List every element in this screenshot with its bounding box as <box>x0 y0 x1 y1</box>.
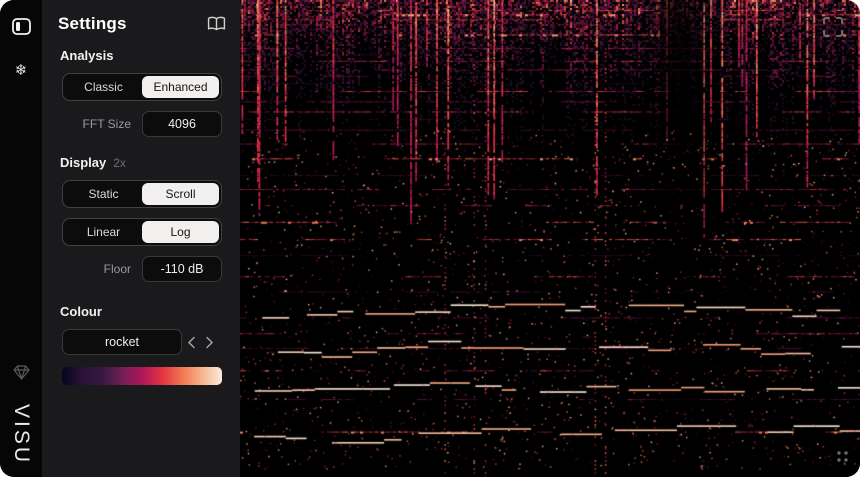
left-rail: ❄ VISU <box>0 0 42 477</box>
book-icon[interactable] <box>207 16 226 32</box>
fft-size-value[interactable]: 4096 <box>142 111 222 137</box>
fullscreen-icon[interactable] <box>822 16 844 43</box>
brand-logo: VISU <box>9 404 33 465</box>
palette-row: rocket <box>62 329 222 355</box>
analysis-mode-toggle: Classic Enhanced <box>62 73 222 101</box>
enhanced-option[interactable]: Enhanced <box>142 76 219 98</box>
panel-header: Settings <box>58 14 226 34</box>
rail-top-group: ❄ <box>8 13 34 83</box>
scale-toggle: Linear Log <box>62 218 222 246</box>
analysis-section-label: Analysis <box>60 48 226 63</box>
colour-section-label: Colour <box>60 304 226 319</box>
colour-label-text: Colour <box>60 304 102 319</box>
palette-select[interactable]: rocket <box>62 329 182 355</box>
settings-title: Settings <box>58 14 127 34</box>
display-mode-toggle: Static Scroll <box>62 180 222 208</box>
floor-label: Floor <box>62 262 142 276</box>
classic-option[interactable]: Classic <box>65 76 142 98</box>
spectrogram-area <box>240 0 860 477</box>
snowflake-icon[interactable]: ❄ <box>8 57 34 83</box>
sidebar-toggle-icon[interactable] <box>8 13 34 39</box>
chevron-right-icon[interactable] <box>200 331 218 353</box>
colormap-gradient <box>62 367 222 385</box>
analysis-label-text: Analysis <box>60 48 113 63</box>
display-label-text: Display <box>60 155 106 170</box>
floor-row: Floor -110 dB <box>62 256 222 282</box>
floor-value[interactable]: -110 dB <box>142 256 222 282</box>
linear-option[interactable]: Linear <box>65 221 142 243</box>
app-window: ❄ VISU Settings Analy <box>0 0 860 477</box>
fft-size-row: FFT Size 4096 <box>62 111 222 137</box>
spectrogram-canvas <box>240 0 860 477</box>
display-scale-badge: 2x <box>113 156 126 170</box>
snowflake-glyph: ❄ <box>15 63 28 78</box>
scroll-option[interactable]: Scroll <box>142 183 219 205</box>
diamond-icon[interactable] <box>8 360 34 386</box>
display-section-label: Display 2x <box>60 155 226 170</box>
resize-handle-icon[interactable] <box>835 449 850 469</box>
chevron-left-icon[interactable] <box>182 331 200 353</box>
rail-bottom-group: VISU <box>8 360 34 465</box>
log-option[interactable]: Log <box>142 221 219 243</box>
fft-size-label: FFT Size <box>62 117 142 131</box>
settings-panel: Settings Analysis Classic Enhanced FFT S… <box>42 0 240 477</box>
static-option[interactable]: Static <box>65 183 142 205</box>
